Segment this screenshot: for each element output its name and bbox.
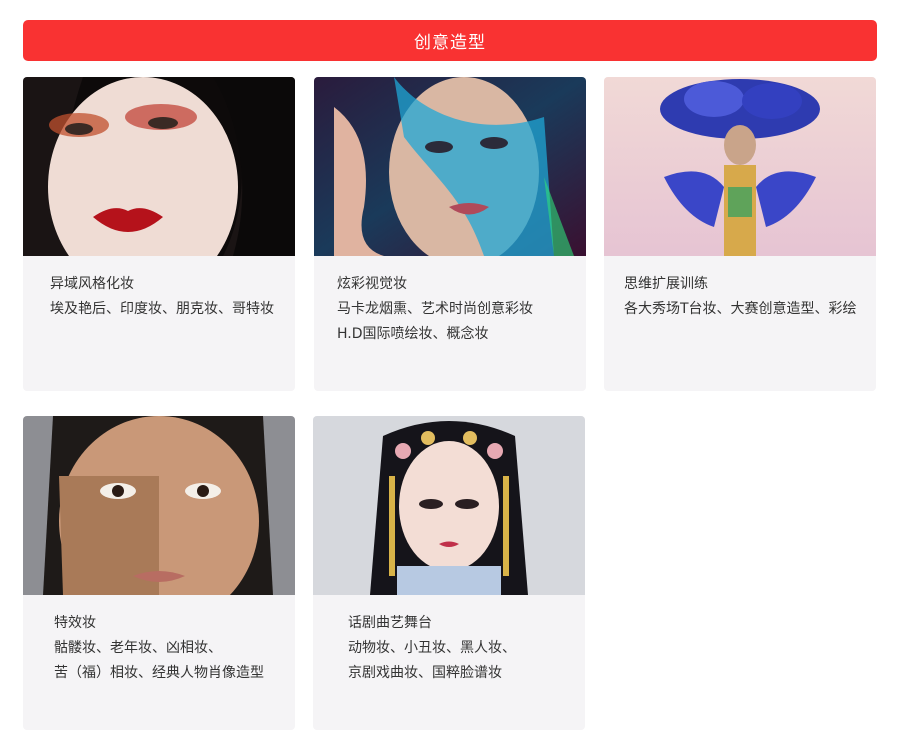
makeup-card-exotic[interactable]: 异域风格化妆 埃及艳后、印度妆、朋克妆、哥特妆	[23, 77, 295, 391]
card-title: 异域风格化妆	[50, 276, 134, 292]
makeup-card-creative-training[interactable]: 思维扩展训练 各大秀场T台妆、大赛创意造型、彩绘	[604, 77, 876, 391]
section-header: 创意造型	[23, 20, 877, 61]
card-photo[interactable]	[313, 416, 585, 595]
card-title: 炫彩视觉妆	[337, 276, 407, 292]
card-title: 话剧曲艺舞台	[348, 615, 432, 631]
makeup-card-colorful[interactable]: 炫彩视觉妆 马卡龙烟熏、艺术时尚创意彩妆 H.D国际喷绘妆、概念妆	[314, 77, 586, 391]
card-photo[interactable]	[23, 416, 295, 595]
card-description: 动物妆、小丑妆、黑人妆、	[348, 640, 516, 656]
makeup-card-special-effects[interactable]: 特效妆 骷髅妆、老年妆、凶相妆、 苦（福）相妆、经典人物肖像造型	[23, 416, 295, 730]
card-description: 苦（福）相妆、经典人物肖像造型	[54, 665, 264, 681]
card-title: 特效妆	[54, 615, 96, 631]
card-photo[interactable]	[604, 77, 876, 256]
card-description: H.D国际喷绘妆、概念妆	[337, 326, 489, 342]
makeup-card-opera-stage[interactable]: 话剧曲艺舞台 动物妆、小丑妆、黑人妆、 京剧戏曲妆、国粹脸谱妆	[313, 416, 585, 730]
card-description: 骷髅妆、老年妆、凶相妆、	[54, 640, 222, 656]
card-title: 思维扩展训练	[624, 276, 708, 292]
card-description: 京剧戏曲妆、国粹脸谱妆	[348, 665, 502, 681]
card-description: 各大秀场T台妆、大赛创意造型、彩绘	[624, 301, 857, 317]
card-photo[interactable]	[23, 77, 295, 256]
card-photo[interactable]	[314, 77, 586, 256]
card-description: 埃及艳后、印度妆、朋克妆、哥特妆	[50, 301, 274, 317]
card-description: 马卡龙烟熏、艺术时尚创意彩妆	[337, 301, 533, 317]
section-title: 创意造型	[414, 33, 486, 53]
